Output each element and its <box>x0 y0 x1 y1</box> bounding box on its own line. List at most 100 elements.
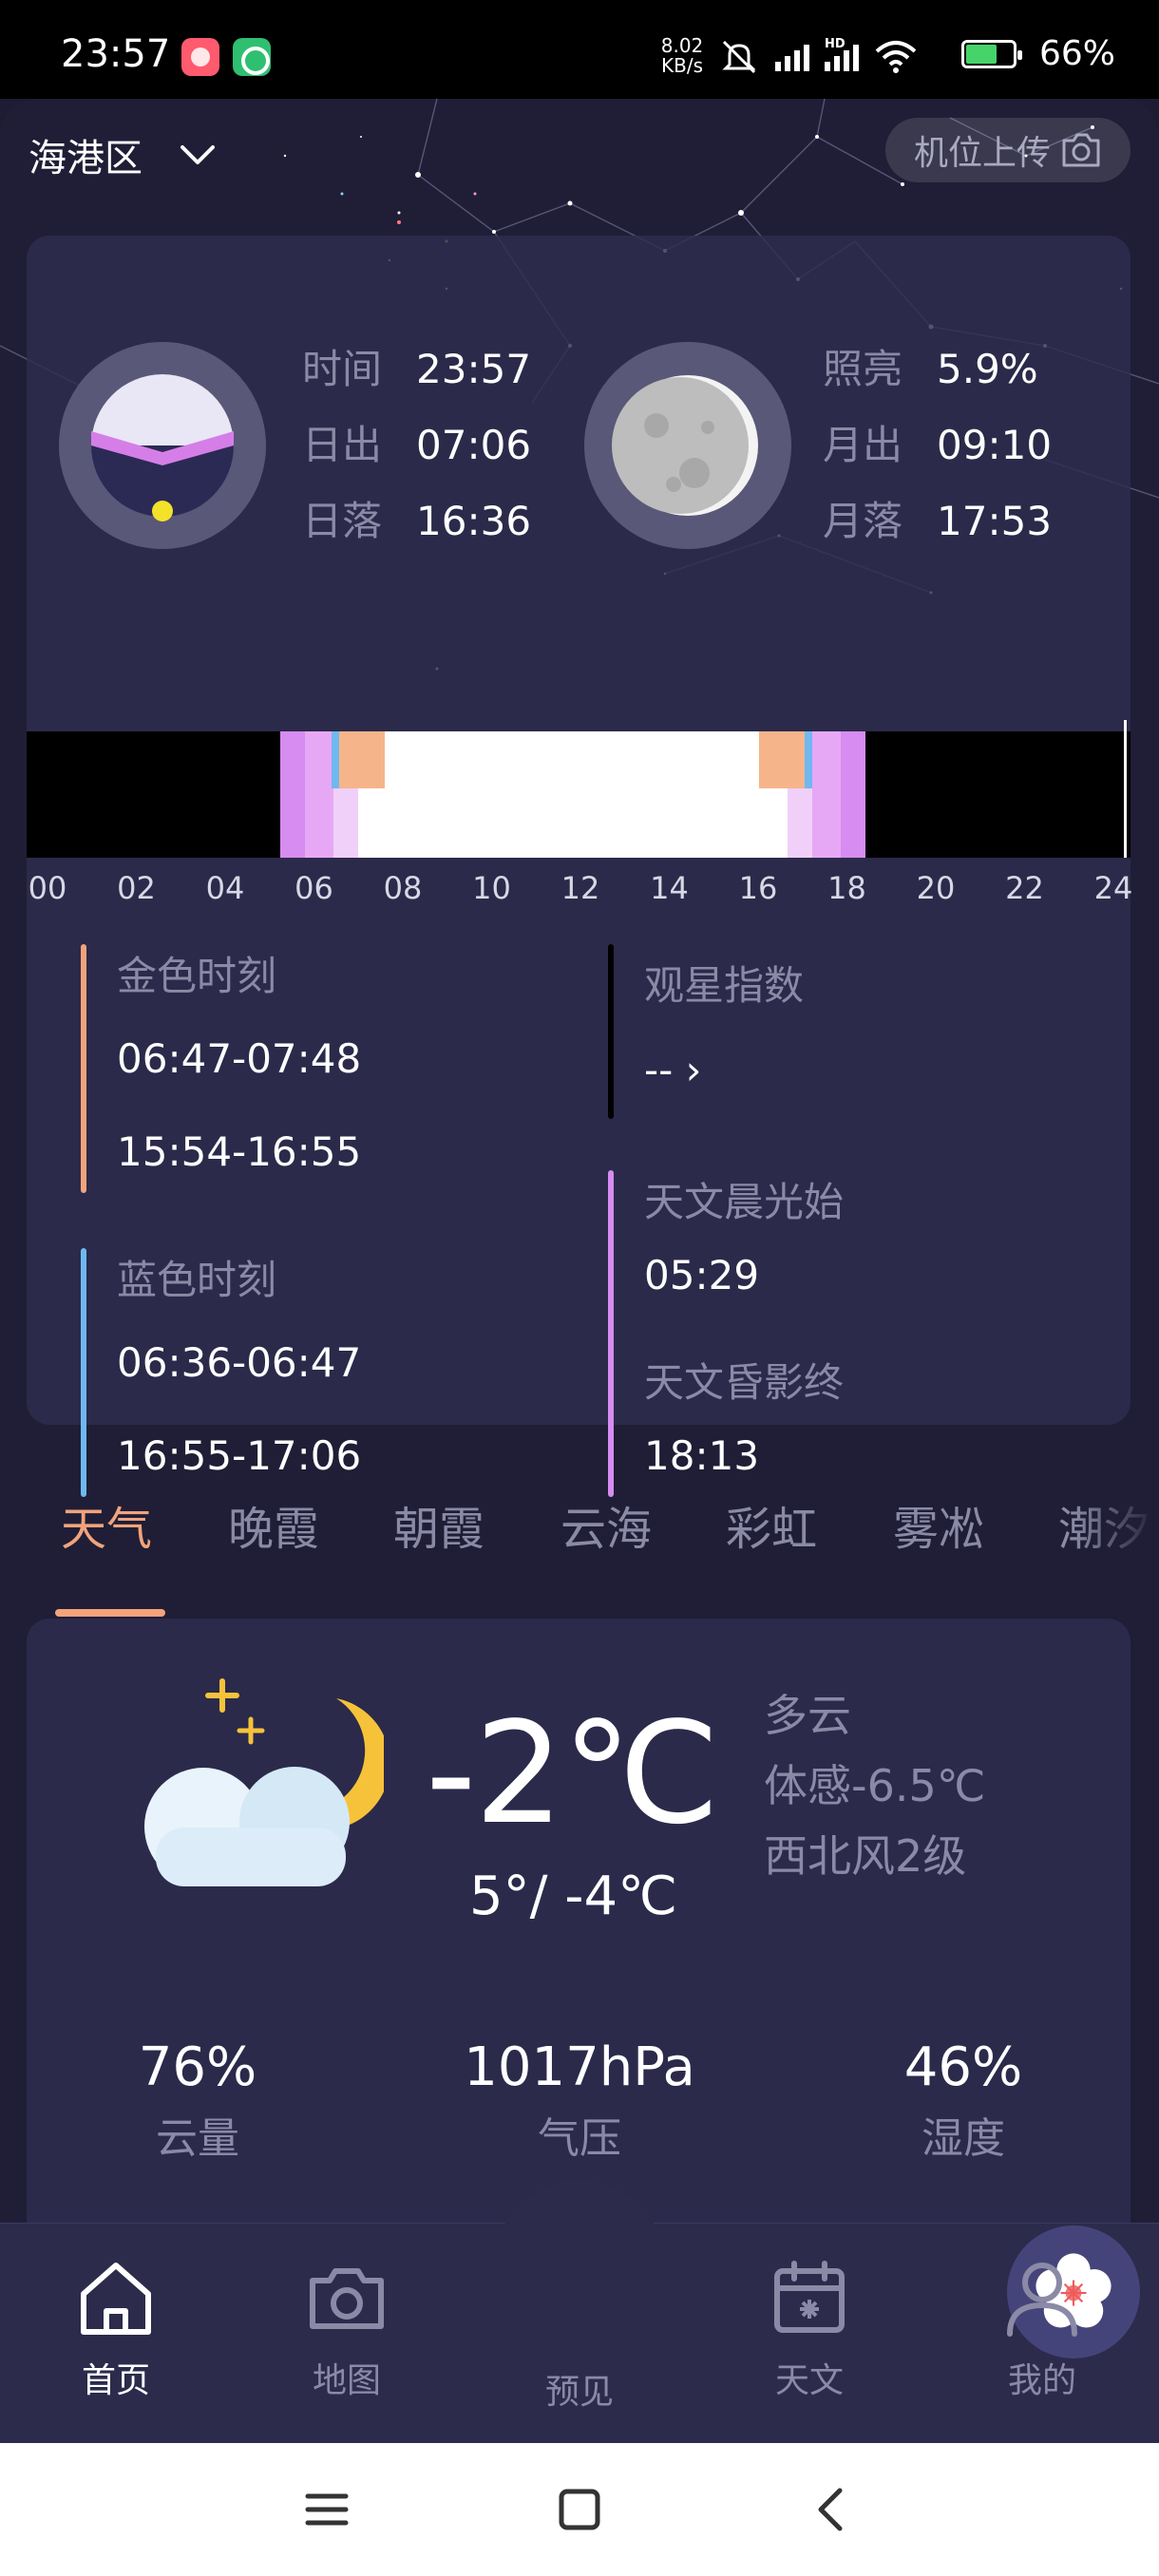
nav-forecast[interactable]: 预见 <box>494 2226 1140 2414</box>
timeline-tick-label: 10 <box>472 870 511 906</box>
blue-hour-morning: 06:36-06:47 <box>117 1339 362 1386</box>
weather-card: -2℃ 5°/ -4℃ 多云 体感-6.5℃ 西北风2级 76% 云量 1017… <box>27 1619 1130 2223</box>
sun-info-row: 日落 16:36 <box>302 498 532 544</box>
blue-hour-title: 蓝色时刻 <box>117 1257 277 1303</box>
moon-phase-dial <box>584 342 791 549</box>
forecast-tabs: 天气 晚霞 朝霞 云海 彩虹 雾凇 潮汐 <box>0 1482 1159 1596</box>
signal-icon <box>775 43 809 71</box>
temperature-range: 5°/ -4℃ <box>469 1866 678 1927</box>
timeline-current-marker <box>1124 720 1127 858</box>
home-icon <box>81 2263 151 2335</box>
blue-hour-evening: 16:55-17:06 <box>117 1432 362 1479</box>
nav-astronomy[interactable]: 天文 <box>724 2252 895 2402</box>
stargazing-value: -- › <box>644 1047 702 1093</box>
wind: 西北风2级 <box>764 1830 967 1882</box>
weather-condition: 多云 <box>764 1690 851 1741</box>
timeline-golden-hour-morning <box>339 731 385 788</box>
calendar-icon <box>774 2261 845 2333</box>
sun-info: 时间 23:57 日出 07:06 日落 16:36 <box>302 342 531 549</box>
timeline-astro-twilight-evening <box>841 731 865 858</box>
spot-upload-button[interactable]: 机位上传 <box>885 118 1130 182</box>
status-bar: 23:57 8.02 KB/s HD 66% <box>0 0 1159 99</box>
moon-info: 照亮 5.9% 月出 09:10 月落 17:53 <box>823 342 1052 549</box>
feels-like: 体感-6.5℃ <box>764 1760 986 1811</box>
user-icon <box>1007 2263 1077 2337</box>
daylight-timeline <box>27 720 1130 858</box>
timeline-blue-hour-morning <box>332 731 339 788</box>
timeline-tick-label: 22 <box>1005 870 1044 906</box>
timeline-tick-label: 02 <box>117 870 156 906</box>
system-navigation-bar <box>0 2443 1159 2576</box>
tab-rime[interactable]: 雾凇 <box>893 1491 984 1558</box>
timeline-tick-label: 16 <box>738 870 778 906</box>
nav-profile[interactable]: 我的 <box>957 2252 1128 2402</box>
astro-twilight-block: 天文晨光始 05:29 天文昏影终 18:13 <box>608 1170 1102 1512</box>
moon-info-row: 月出 09:10 <box>823 422 1053 468</box>
battery-percent: 66% <box>1039 34 1116 73</box>
golden-hour-evening: 15:54-16:55 <box>117 1128 362 1175</box>
astro-dawn-value: 05:29 <box>644 1252 760 1298</box>
sun-info-row: 时间 23:57 <box>302 346 532 392</box>
humidity-stat: 46% 湿度 <box>903 2036 1023 2163</box>
timeline-tick-label: 12 <box>560 870 600 906</box>
net-speed: 8.02 KB/s <box>660 34 704 77</box>
status-time: 23:57 <box>61 32 171 76</box>
mute-bell-icon <box>722 40 756 74</box>
timeline-tick-label: 06 <box>294 870 333 906</box>
pressure-stat: 1017hPa 气压 <box>464 2036 695 2163</box>
blue-hour-bar <box>81 1248 86 1497</box>
astro-card: 时间 23:57 日出 07:06 日落 16:36 照亮 5.9% 月出 09… <box>27 236 1133 1497</box>
cloud-cover-stat: 76% 云量 <box>138 2036 257 2163</box>
timeline-nautical-twilight-evening <box>812 731 841 858</box>
menu-icon[interactable] <box>298 2481 355 2538</box>
nav-map[interactable]: 地图 <box>261 2252 432 2402</box>
astro-dusk-value: 18:13 <box>644 1432 760 1479</box>
sun-info-row: 日出 07:06 <box>302 422 532 468</box>
location-name: 海港区 <box>28 137 142 180</box>
chevron-down-icon <box>180 145 215 164</box>
back-icon[interactable] <box>804 2481 861 2538</box>
signal-hd-icon: HD <box>825 37 859 71</box>
timeline-tick-label: 20 <box>916 870 956 906</box>
timeline-golden-hour-evening <box>759 731 805 788</box>
stargazing-title: 观星指数 <box>644 962 805 1009</box>
stargazing-index[interactable]: 观星指数 -- › <box>608 944 1102 1125</box>
tab-rainbow[interactable]: 彩虹 <box>726 1491 817 1558</box>
timeline-tick-label: 24 <box>1093 870 1133 906</box>
location-selector[interactable]: 海港区 <box>28 127 218 182</box>
golden-hour-morning: 06:47-07:48 <box>117 1035 362 1082</box>
battery-icon <box>961 40 1022 68</box>
partly-cloudy-night-icon <box>144 1678 384 1886</box>
timeline-tick-label: 00 <box>28 870 67 906</box>
notification-app-icon <box>181 38 219 76</box>
moon-info-row: 月落 17:53 <box>823 498 1053 544</box>
timeline-tick-label: 14 <box>650 870 689 906</box>
timeline-astro-twilight-morning <box>280 731 305 858</box>
golden-hour-title: 金色时刻 <box>117 953 277 999</box>
wifi-icon <box>875 41 917 73</box>
camera-icon <box>1062 133 1100 167</box>
camera-icon <box>310 2268 384 2329</box>
weather-conditions: 多云 体感-6.5℃ 西北风2级 <box>764 1681 985 1885</box>
bottom-navigation: 首页 地图 预见 天文 我的 <box>0 2180 1159 2443</box>
timeline-tick-label: 08 <box>383 870 423 906</box>
nav-home[interactable]: 首页 <box>30 2252 201 2402</box>
golden-hour-bar <box>81 944 86 1193</box>
tab-weather[interactable]: 天气 <box>61 1491 152 1558</box>
timeline-nautical-twilight-morning <box>305 731 333 858</box>
timeline-tick-label: 18 <box>827 870 866 906</box>
tab-cloud-sea[interactable]: 云海 <box>560 1491 652 1558</box>
main-content: 海港区 机位上传 时间 23:57 日出 07:06 日落 16:36 照亮 5… <box>0 99 1159 2223</box>
tabs-fade <box>1074 1482 1159 1596</box>
tab-sunrise-glow[interactable]: 朝霞 <box>393 1491 484 1558</box>
timeline-hour-ticks: 00 02 04 06 08 10 12 14 16 18 20 22 24 <box>27 870 1133 908</box>
astro-dawn-title: 天文晨光始 <box>644 1179 845 1225</box>
timeline-tick-label: 04 <box>205 870 245 906</box>
astro-twilight-bar <box>608 1170 614 1497</box>
blue-hour-block: 蓝色时刻 06:36-06:47 16:55-17:06 <box>81 1248 556 1514</box>
stargazing-bar <box>608 944 614 1119</box>
home-square-icon[interactable] <box>551 2481 608 2538</box>
tab-sunset-glow[interactable]: 晚霞 <box>228 1491 319 1558</box>
sun-position-dial <box>59 342 266 549</box>
spot-upload-label: 机位上传 <box>913 134 1051 173</box>
